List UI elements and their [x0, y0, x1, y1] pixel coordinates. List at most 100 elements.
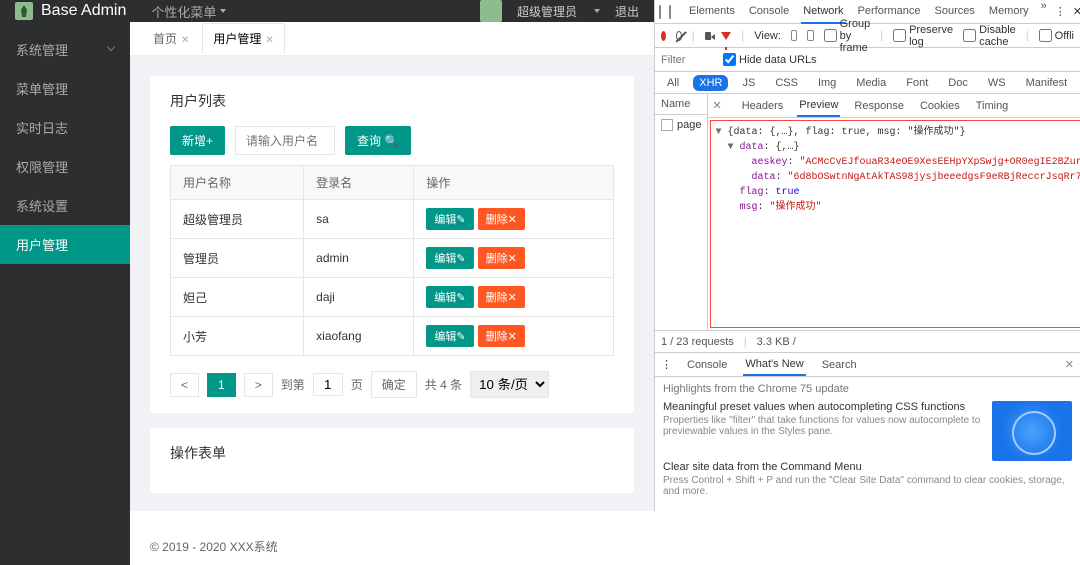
- user-table: 用户名称 登录名 操作 超级管理员 sa 编辑✎删除✕管理员 admin 编辑✎…: [170, 165, 614, 356]
- wn-item2-desc: Press Control + Shift + P and run the "C…: [663, 475, 1072, 497]
- page-next[interactable]: >: [244, 373, 273, 397]
- close-icon[interactable]: ✕: [265, 35, 273, 46]
- subtab-response[interactable]: Response: [852, 96, 906, 116]
- type-xhr[interactable]: XHR: [693, 75, 728, 91]
- delete-button[interactable]: 删除✕: [478, 286, 525, 308]
- delete-button[interactable]: 删除✕: [478, 325, 525, 347]
- wn-item2-title[interactable]: Clear site data from the Command Menu: [663, 461, 1072, 473]
- subtab-headers[interactable]: Headers: [740, 96, 786, 116]
- sidebar-item-settings[interactable]: 系统设置: [0, 186, 130, 225]
- cell-loginname: admin: [304, 239, 414, 278]
- sidebar-item-perm[interactable]: 权限管理: [0, 147, 130, 186]
- offline[interactable]: Offli: [1039, 29, 1074, 42]
- cell-loginname: sa: [304, 200, 414, 239]
- drawer-menu-icon[interactable]: ⋮: [661, 358, 671, 371]
- request-row[interactable]: page: [655, 115, 707, 135]
- col-username: 用户名称: [171, 166, 304, 200]
- total-label: 共 4 条: [425, 376, 462, 393]
- screenshot-icon[interactable]: [705, 32, 712, 40]
- more-tabs-icon[interactable]: »: [1041, 0, 1047, 24]
- logout-link[interactable]: 退出: [615, 3, 639, 20]
- dt-tab-sources[interactable]: Sources: [933, 0, 977, 24]
- close-devtools-icon[interactable]: ✕: [1073, 5, 1080, 18]
- goto-confirm[interactable]: 确定: [371, 371, 417, 398]
- view-list-icon[interactable]: [791, 30, 797, 41]
- subtab-cookies[interactable]: Cookies: [918, 96, 962, 116]
- app-logo-icon: [15, 2, 33, 20]
- response-preview[interactable]: ▼ {data: {,…}, flag: true, msg: "操作成功"} …: [710, 120, 1080, 328]
- tab-users[interactable]: 用户管理✕: [202, 23, 284, 54]
- clear-icon[interactable]: [676, 31, 682, 41]
- whatsnew-image: [992, 401, 1072, 461]
- page-prev[interactable]: <: [170, 373, 199, 397]
- sidebar: 系统管理 菜单管理 实时日志 权限管理 系统设置 用户管理: [0, 22, 130, 565]
- close-icon[interactable]: ✕: [181, 35, 189, 46]
- top-menu-personal[interactable]: 个性化菜单: [151, 2, 216, 21]
- add-button[interactable]: 新增+: [170, 126, 225, 155]
- view-label: View:: [754, 30, 781, 42]
- delete-button[interactable]: 删除✕: [478, 208, 525, 230]
- subtab-timing[interactable]: Timing: [974, 96, 1011, 116]
- tab-bar: 首页✕ 用户管理✕: [130, 22, 654, 56]
- drawer-tab-console[interactable]: Console: [685, 355, 729, 375]
- filter-icon[interactable]: [721, 32, 731, 40]
- avatar[interactable]: [480, 0, 502, 22]
- page-1[interactable]: 1: [207, 373, 236, 397]
- brand-title: Base Admin: [41, 2, 126, 20]
- network-toolbar: | | View: Group by frame | Preserve log …: [655, 24, 1080, 48]
- col-loginname: 登录名: [304, 166, 414, 200]
- topbar: Base Admin 个性化菜单 超级管理员 退出: [0, 0, 654, 22]
- filter-input[interactable]: [661, 54, 711, 66]
- hide-data-urls[interactable]: Hide data URLs: [723, 53, 817, 66]
- type-manifest[interactable]: Manifest: [1020, 75, 1074, 91]
- pagesize-select[interactable]: 10 条/页: [470, 371, 549, 398]
- drawer-tab-whatsnew[interactable]: What's New: [743, 354, 805, 376]
- kebab-menu-icon[interactable]: ⋮: [1055, 5, 1065, 18]
- cell-username: 妲己: [171, 278, 304, 317]
- search-button[interactable]: 查询 🔍: [345, 126, 411, 155]
- goto-input[interactable]: [313, 373, 343, 396]
- sidebar-item-users[interactable]: 用户管理: [0, 225, 130, 264]
- table-row: 小芳 xiaofang 编辑✎删除✕: [171, 317, 614, 356]
- type-doc[interactable]: Doc: [942, 75, 974, 91]
- table-row: 超级管理员 sa 编辑✎删除✕: [171, 200, 614, 239]
- panel-title-form: 操作表单: [170, 443, 614, 463]
- edit-button[interactable]: 编辑✎: [426, 247, 473, 269]
- whatsnew-header: Highlights from the Chrome 75 update: [663, 383, 1072, 395]
- subtab-preview[interactable]: Preview: [797, 95, 840, 117]
- type-img[interactable]: Img: [812, 75, 842, 91]
- record-icon[interactable]: [661, 31, 666, 41]
- sidebar-item-system[interactable]: 系统管理: [0, 30, 130, 69]
- disable-cache[interactable]: Disable cache: [963, 24, 1016, 48]
- view-grid-icon[interactable]: [807, 30, 813, 41]
- edit-button[interactable]: 编辑✎: [426, 208, 473, 230]
- footer: © 2019 - 2020 XXX系统: [130, 528, 654, 565]
- tab-home[interactable]: 首页✕: [142, 23, 200, 54]
- search-input[interactable]: [235, 126, 335, 155]
- current-user[interactable]: 超级管理员: [517, 3, 577, 20]
- type-media[interactable]: Media: [850, 75, 892, 91]
- drawer-tab-search[interactable]: Search: [820, 355, 859, 375]
- dt-tab-memory[interactable]: Memory: [987, 0, 1031, 24]
- type-js[interactable]: JS: [736, 75, 761, 91]
- type-ws[interactable]: WS: [982, 75, 1012, 91]
- type-font[interactable]: Font: [900, 75, 934, 91]
- sidebar-item-menu[interactable]: 菜单管理: [0, 69, 130, 108]
- dt-tab-console[interactable]: Console: [747, 0, 791, 24]
- device-icon[interactable]: [669, 5, 671, 19]
- inspect-icon[interactable]: [659, 5, 661, 19]
- chevron-down-icon: [220, 9, 226, 13]
- wn-item1-title[interactable]: Meaningful preset values when autocomple…: [663, 401, 984, 413]
- chevron-down-icon: [594, 9, 600, 13]
- sidebar-item-log[interactable]: 实时日志: [0, 108, 130, 147]
- file-icon: [661, 119, 673, 131]
- edit-button[interactable]: 编辑✎: [426, 286, 473, 308]
- type-css[interactable]: CSS: [769, 75, 804, 91]
- type-all[interactable]: All: [661, 75, 685, 91]
- preserve-log[interactable]: Preserve log: [893, 24, 953, 48]
- close-detail-icon[interactable]: ✕: [712, 99, 721, 112]
- dt-tab-elements[interactable]: Elements: [687, 0, 737, 24]
- close-drawer-icon[interactable]: ✕: [1065, 358, 1074, 371]
- edit-button[interactable]: 编辑✎: [426, 325, 473, 347]
- delete-button[interactable]: 删除✕: [478, 247, 525, 269]
